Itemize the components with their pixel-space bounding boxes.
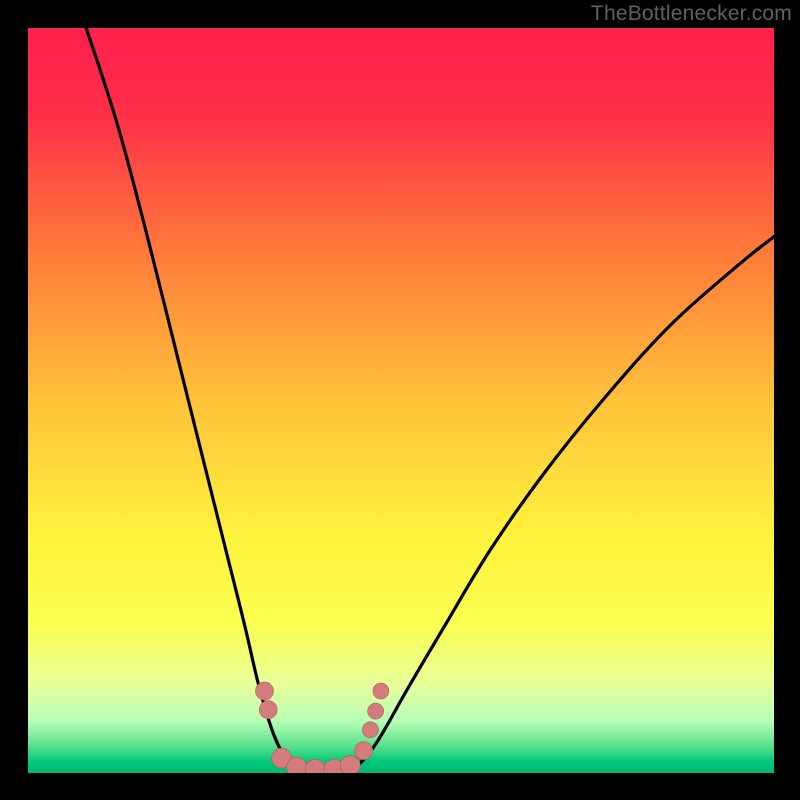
marker-point bbox=[255, 682, 273, 700]
marker-point bbox=[362, 722, 378, 738]
marker-point bbox=[368, 703, 384, 719]
marker-point bbox=[259, 701, 277, 719]
marker-point bbox=[340, 756, 360, 776]
attribution-label: TheBottlenecker.com bbox=[591, 2, 792, 26]
bottleneck-curve-chart bbox=[0, 0, 800, 800]
marker-point bbox=[373, 683, 389, 699]
marker-point bbox=[305, 759, 325, 779]
marker-point bbox=[287, 757, 307, 777]
gradient-background bbox=[28, 28, 774, 773]
marker-point bbox=[355, 742, 373, 760]
chart-root: TheBottlenecker.com bbox=[0, 0, 800, 800]
